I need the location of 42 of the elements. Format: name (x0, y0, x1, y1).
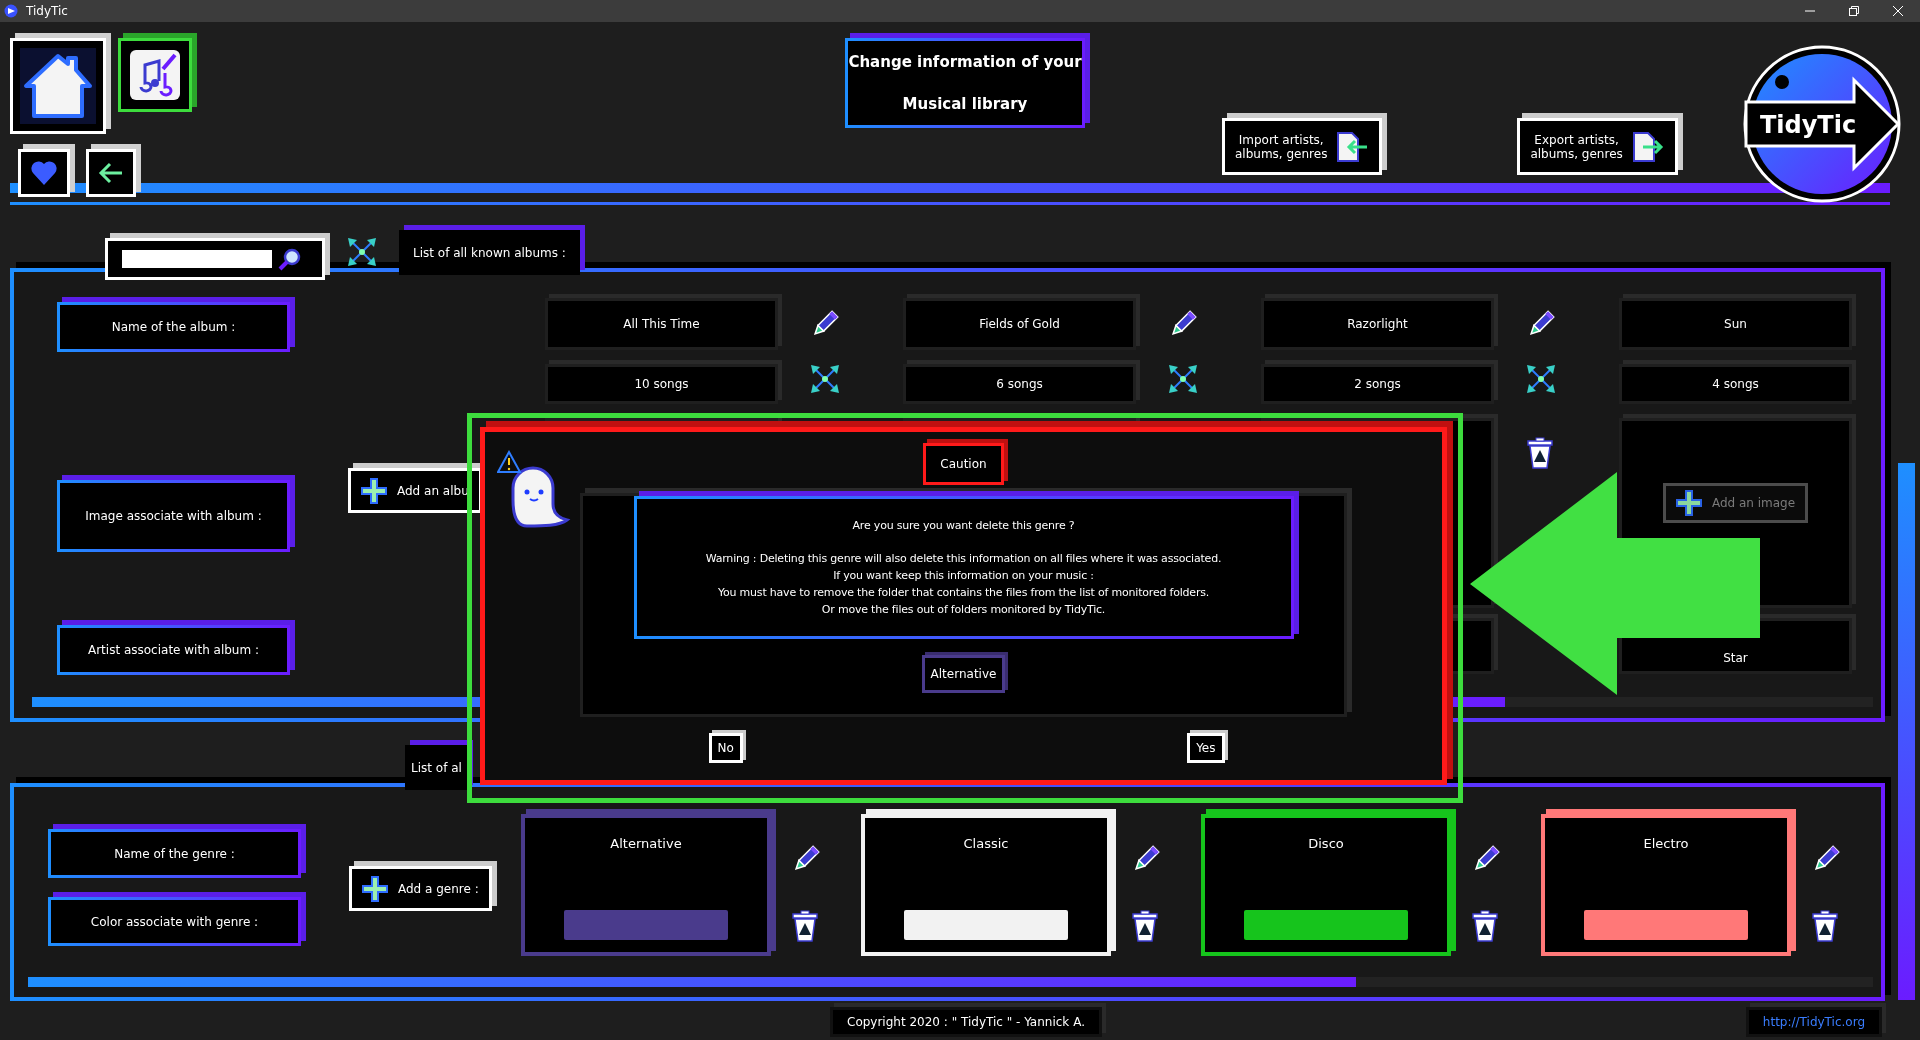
trash-icon[interactable] (1471, 910, 1499, 942)
house-icon (18, 46, 98, 126)
app-logo: TidyTic (1742, 44, 1902, 204)
scrollbar[interactable] (1898, 463, 1915, 1000)
warning-text: If you want keep this information on your music : (832, 568, 1095, 584)
no-button[interactable]: No (708, 733, 743, 763)
trash-icon[interactable] (1811, 910, 1839, 942)
file-export-icon (1630, 130, 1665, 163)
genre-name: Disco (1308, 836, 1344, 851)
trash-icon[interactable] (1131, 910, 1159, 942)
plus-icon (362, 875, 388, 902)
expand-icon[interactable] (1168, 364, 1198, 394)
music-note-icon (127, 47, 183, 103)
genre-name: Alternative (610, 836, 682, 851)
plus-icon (361, 477, 387, 504)
warning-text: Warning : Deleting this genre will also delete this information on all files where it was associated. (704, 551, 1223, 567)
genre-name: Classic (963, 836, 1009, 851)
confirm-question: Are you sure you want delete this genre ? (851, 518, 1076, 534)
back-arrow-icon (98, 162, 124, 184)
expand-icon[interactable] (347, 237, 377, 267)
page-title: Change information of your (848, 53, 1082, 71)
page-title: Musical library (902, 95, 1028, 113)
app-icon (4, 4, 18, 18)
plus-icon (1675, 490, 1702, 516)
restore-icon[interactable] (1848, 5, 1860, 17)
scrollbar-thumb[interactable] (28, 977, 1357, 987)
search-field[interactable] (122, 250, 272, 268)
expand-icon[interactable] (1526, 364, 1556, 394)
trash-icon[interactable] (791, 910, 819, 942)
close-icon[interactable] (1892, 5, 1904, 17)
horizontal-scrollbar[interactable] (28, 977, 1873, 987)
genre-name: Electro (1643, 836, 1689, 851)
trash-icon[interactable] (1526, 437, 1554, 469)
heart-icon (30, 160, 58, 186)
warning-text: You must have to remove the folder that contains the files from the list of monitored folders. (716, 585, 1211, 601)
warning-text: Or move the files out of folders monitored by TidyTic. (820, 602, 1107, 618)
window-title: TidyTic (26, 4, 69, 18)
search-icon[interactable] (278, 247, 302, 271)
genre-button[interactable]: Alternative (921, 655, 1006, 693)
file-import-icon (1335, 130, 1370, 163)
expand-icon[interactable] (810, 364, 840, 394)
yes-button[interactable]: Yes (1187, 733, 1225, 763)
